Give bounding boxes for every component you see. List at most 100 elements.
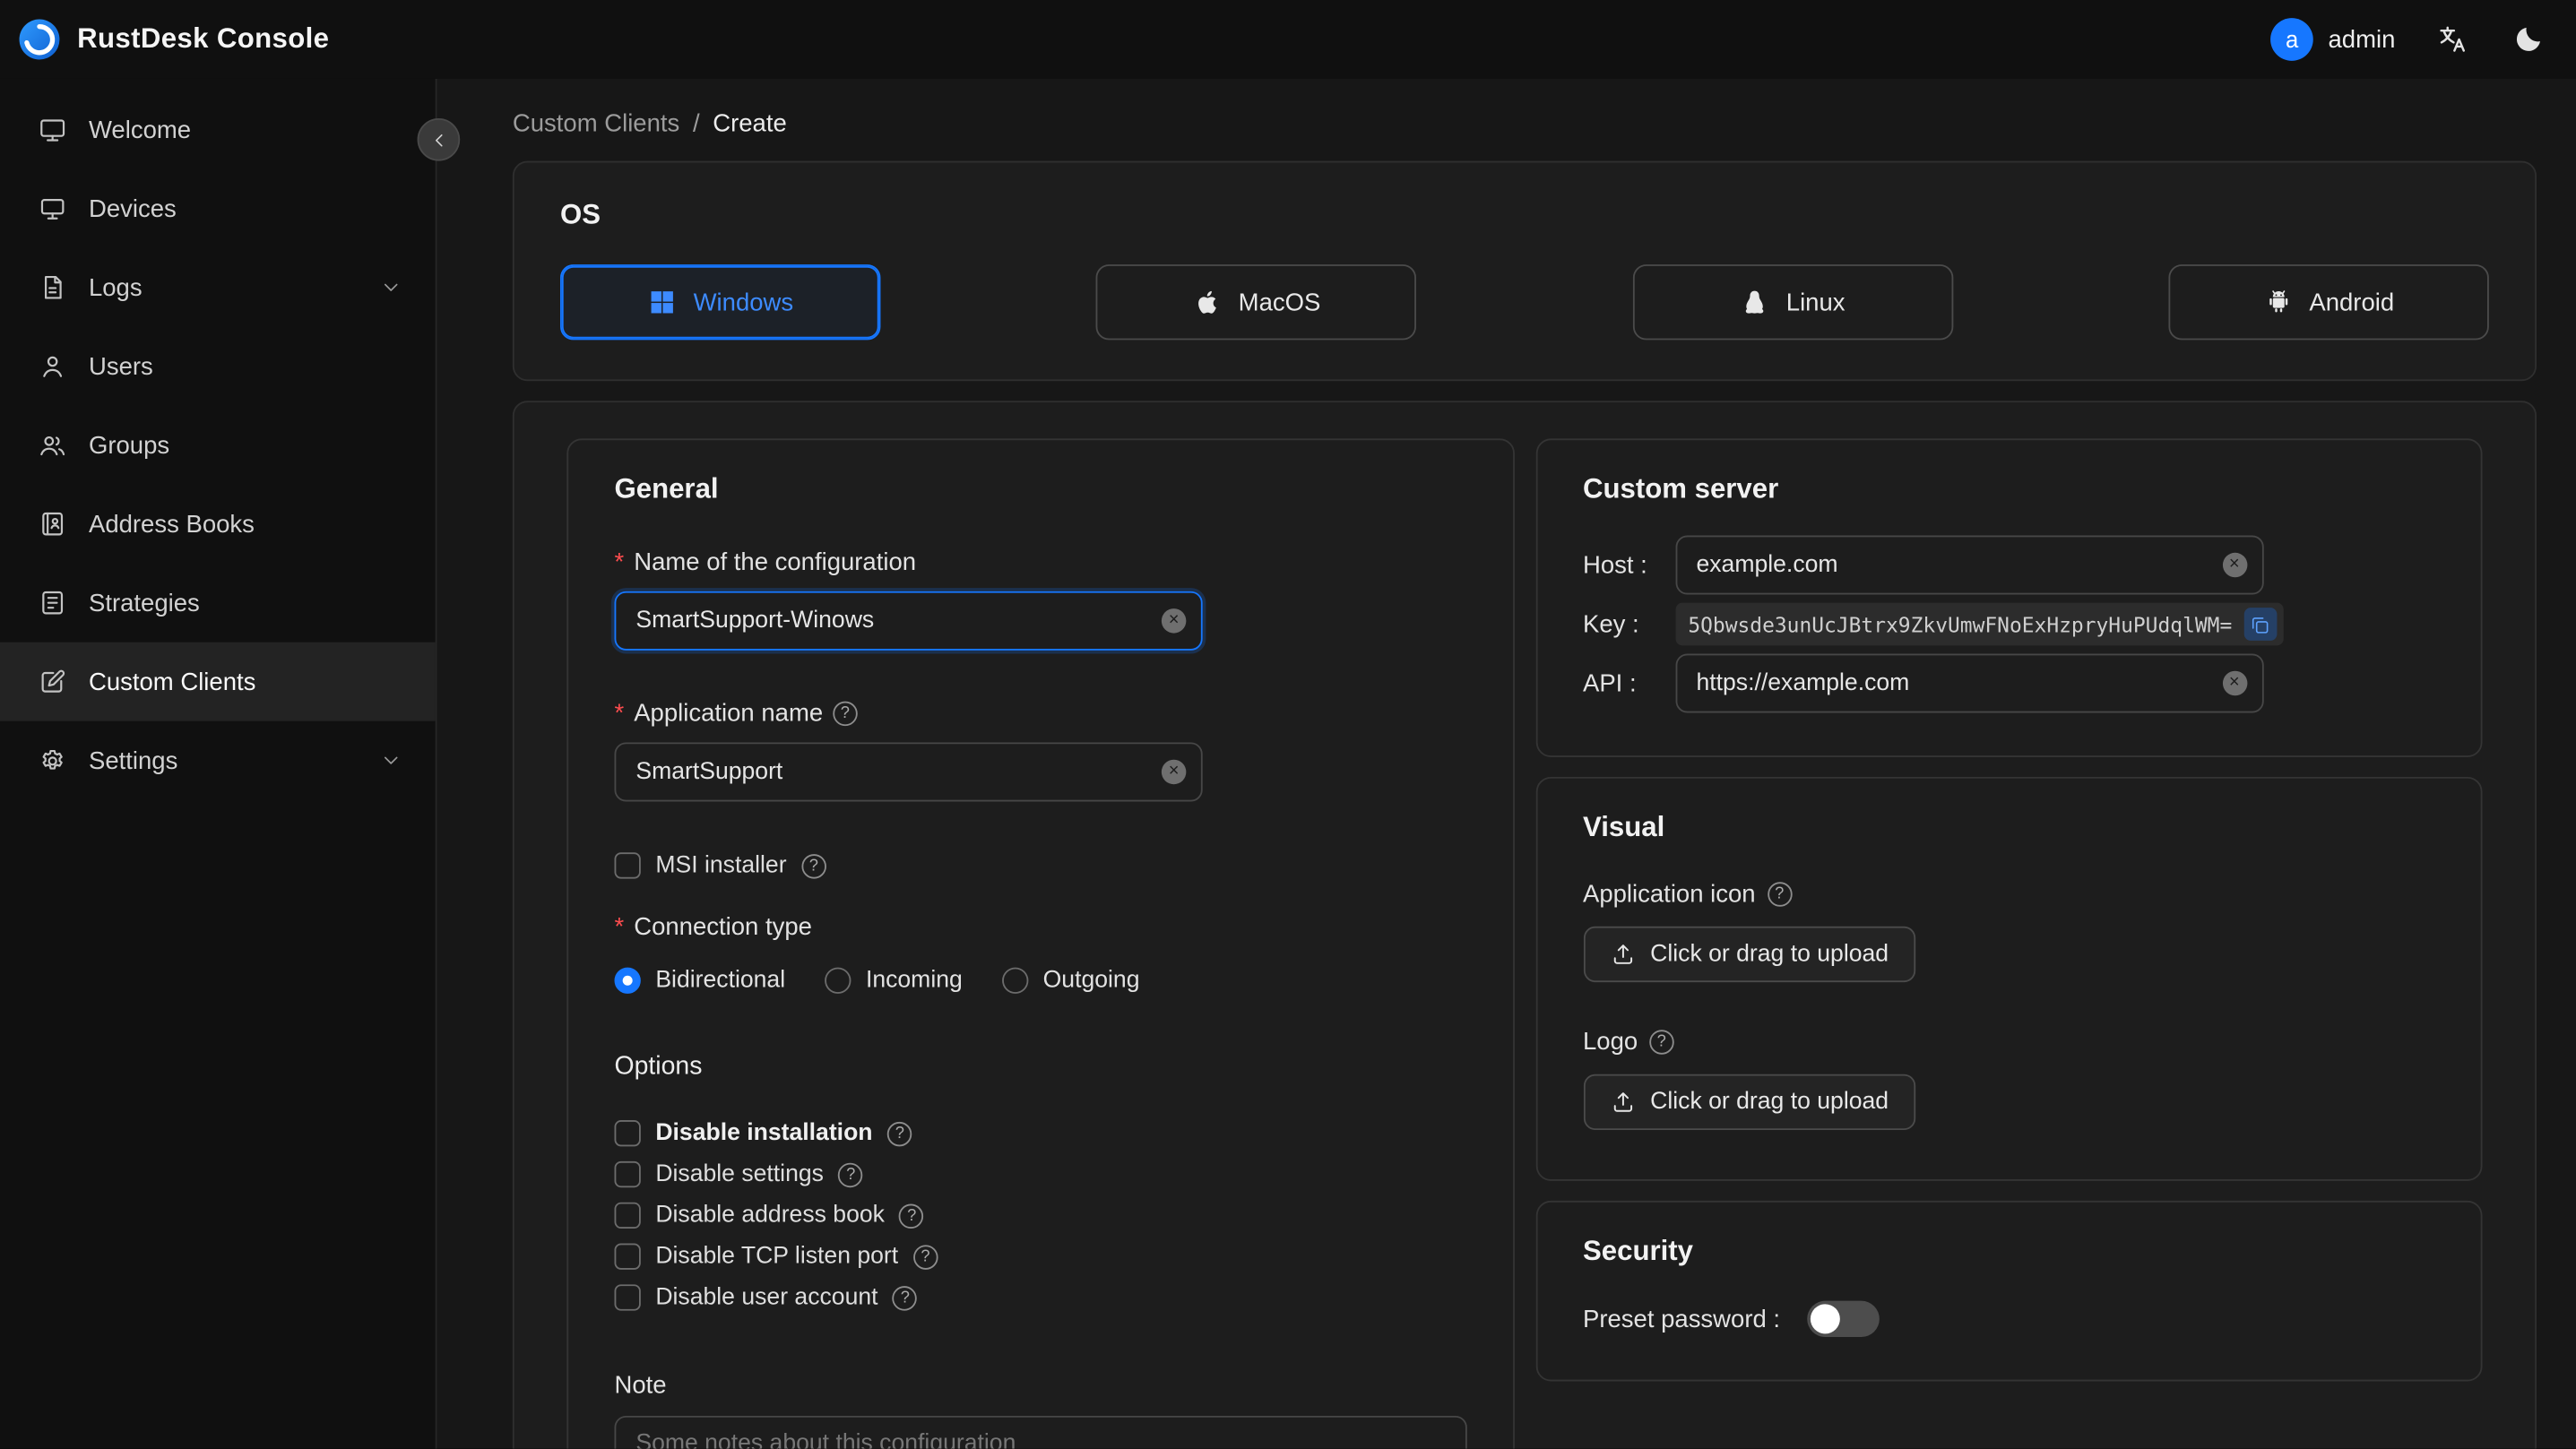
linux-icon [1740, 288, 1769, 317]
visual-title: Visual [1583, 811, 1665, 843]
users-icon [38, 430, 67, 460]
gear-icon [38, 746, 67, 775]
strategy-icon [38, 588, 67, 617]
sidebar-item-address-books[interactable]: Address Books [0, 485, 436, 564]
help-icon[interactable]: ? [1649, 1030, 1674, 1055]
right-column: Custom server Host : × Key : [1534, 438, 2483, 1382]
clear-icon[interactable]: × [2222, 552, 2247, 578]
host-field: × [1674, 535, 2263, 595]
help-icon[interactable]: ? [833, 701, 858, 727]
api-row: API : × [1583, 653, 2434, 713]
host-input[interactable] [1674, 535, 2263, 595]
monitor-icon [38, 194, 67, 223]
user-icon [38, 351, 67, 381]
configuration-card: General * Name of the configuration × * … [512, 401, 2537, 1449]
msi-installer-checkbox[interactable] [614, 852, 641, 879]
radio-icon [614, 967, 641, 994]
custom-server-title: Custom server [1583, 472, 1779, 505]
option-disable-tcp-listen-port: Disable TCP listen port ? [614, 1238, 1466, 1274]
chevron-down-icon [379, 276, 402, 299]
visual-card: Visual Application icon ? Click or drag … [1534, 776, 2483, 1181]
preset-password-label: Preset password : [1583, 1305, 1781, 1333]
help-icon[interactable]: ? [893, 1285, 918, 1310]
rustdesk-logo-icon [16, 16, 62, 62]
sidebar-item-groups[interactable]: Groups [0, 406, 436, 485]
edit-icon [38, 667, 67, 696]
windows-icon [647, 288, 677, 317]
help-icon[interactable]: ? [801, 853, 826, 878]
clear-icon[interactable]: × [1161, 759, 1187, 785]
android-icon [2263, 288, 2293, 317]
application-icon-upload-button[interactable]: Click or drag to upload [1583, 926, 1915, 983]
help-icon[interactable]: ? [838, 1161, 863, 1187]
rustdesk-console-page: RustDesk Console a admin Welcome Devices… [0, 0, 2576, 1449]
breadcrumb-separator: / [692, 108, 700, 138]
options-list: Disable installation ? Disable settings … [614, 1116, 1466, 1316]
sidebar-item-devices[interactable]: Devices [0, 169, 436, 248]
config-name-input[interactable] [614, 591, 1203, 651]
help-icon[interactable]: ? [912, 1244, 938, 1269]
sidebar-item-logs[interactable]: Logs [0, 248, 436, 327]
note-textarea[interactable] [614, 1415, 1466, 1449]
top-bar: RustDesk Console a admin [0, 0, 2576, 79]
help-icon[interactable]: ? [887, 1120, 912, 1146]
config-name-field: × [614, 591, 1203, 651]
disable-installation-checkbox[interactable] [614, 1120, 641, 1147]
disable-user-account-checkbox[interactable] [614, 1284, 641, 1311]
language-icon[interactable] [2434, 22, 2470, 57]
app-title: RustDesk Console [77, 22, 330, 55]
app-name-input[interactable] [614, 742, 1203, 802]
dark-mode-icon[interactable] [2511, 22, 2546, 57]
os-card-title: OS [560, 198, 601, 230]
disable-settings-checkbox[interactable] [614, 1160, 641, 1188]
copy-icon[interactable] [2243, 608, 2277, 641]
api-field: × [1674, 653, 2263, 713]
app-name-label: * Application name ? [615, 700, 1466, 728]
upload-icon [1609, 941, 1635, 967]
config-name-label: * Name of the configuration [614, 548, 917, 577]
chevron-down-icon [379, 749, 402, 772]
security-title: Security [1583, 1235, 1693, 1267]
option-disable-user-account: Disable user account ? [614, 1280, 1466, 1315]
radio-incoming[interactable]: Incoming [825, 967, 963, 994]
username: admin [2328, 25, 2396, 54]
options-title: Options [614, 1052, 703, 1082]
api-input[interactable] [1674, 653, 2263, 713]
breadcrumb-parent[interactable]: Custom Clients [513, 109, 679, 137]
left-column: General * Name of the configuration × * … [566, 438, 1515, 1449]
general-title: General [614, 472, 719, 505]
host-row: Host : × [1583, 535, 2434, 595]
sidebar-item-strategies[interactable]: Strategies [0, 564, 436, 643]
breadcrumb: Custom Clients / Create [513, 102, 2537, 145]
brand: RustDesk Console [16, 16, 329, 62]
sidebar-item-welcome[interactable]: Welcome [0, 91, 436, 169]
sidebar-item-users[interactable]: Users [0, 327, 436, 406]
os-button-android[interactable]: Android [2168, 264, 2489, 341]
msi-installer-row: MSI installer ? [614, 848, 1466, 884]
radio-icon [1001, 967, 1029, 994]
note-label: Note [614, 1371, 667, 1400]
sidebar-item-settings[interactable]: Settings [0, 721, 436, 800]
radio-bidirectional[interactable]: Bidirectional [614, 967, 785, 994]
sidebar-collapse-button[interactable] [417, 117, 461, 161]
clear-icon[interactable]: × [1161, 608, 1187, 634]
help-icon[interactable]: ? [1767, 882, 1792, 907]
radio-outgoing[interactable]: Outgoing [1001, 967, 1139, 994]
connection-type-options: Bidirectional Incoming Outgoing [614, 967, 1466, 994]
os-button-macos[interactable]: MacOS [1096, 264, 1417, 341]
breadcrumb-current: Create [713, 108, 787, 138]
disable-address-book-checkbox[interactable] [614, 1202, 641, 1229]
application-icon-label: Application icon ? [1583, 880, 2434, 909]
logo-upload-button[interactable]: Click or drag to upload [1583, 1074, 1915, 1131]
help-icon[interactable]: ? [899, 1203, 924, 1229]
os-button-windows[interactable]: Windows [560, 264, 881, 341]
connection-type-label: * Connection type [614, 913, 812, 942]
preset-password-row: Preset password : [1583, 1300, 2434, 1337]
api-label: API : [1583, 668, 1637, 698]
user-menu[interactable]: a admin [2270, 18, 2395, 61]
preset-password-toggle[interactable] [1806, 1300, 1880, 1337]
disable-tcp-listen-port-checkbox[interactable] [614, 1243, 641, 1270]
os-button-linux[interactable]: Linux [1632, 264, 1953, 341]
sidebar-item-custom-clients[interactable]: Custom Clients [0, 642, 436, 721]
clear-icon[interactable]: × [2222, 670, 2247, 696]
